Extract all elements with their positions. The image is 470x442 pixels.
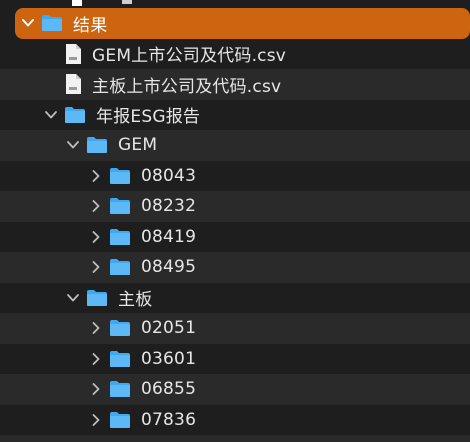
- tree-row-label: 08232: [141, 196, 197, 217]
- tree-row-main-board-item[interactable]: 06855: [0, 374, 470, 405]
- folder-icon: [109, 350, 131, 368]
- chevron-right-icon[interactable]: [89, 382, 103, 396]
- chevron-down-icon[interactable]: [66, 291, 80, 305]
- folder-icon: [109, 228, 131, 246]
- tree-row-label: 02051: [141, 318, 197, 339]
- tree-row-label: GEM上市公司及代码.csv: [92, 46, 287, 67]
- tree-row-label: 08419: [141, 226, 197, 247]
- folder-icon: [109, 258, 131, 276]
- folder-icon: [109, 319, 131, 337]
- tree-row-gem-item[interactable]: 08419: [0, 222, 470, 253]
- csv-file-icon: [64, 73, 82, 95]
- tree-row-file[interactable]: GEM上市公司及代码.csv: [0, 39, 470, 70]
- folder-icon: [109, 380, 131, 398]
- chevron-right-icon[interactable]: [89, 230, 103, 244]
- tree-row-file[interactable]: 主板上市公司及代码.csv: [0, 69, 470, 100]
- previous-row-text-fragment: [122, 0, 132, 4]
- folder-icon: [109, 411, 131, 429]
- tree-row-label: 主板上市公司及代码.csv: [92, 76, 282, 97]
- tree-row-main-board-item[interactable]: 07836: [0, 405, 470, 436]
- tree-row-label: 主板: [118, 290, 153, 311]
- tree-row-label: 03601: [141, 348, 197, 369]
- tree-row-main-board-folder[interactable]: 主板: [0, 283, 470, 314]
- folder-icon: [109, 197, 131, 215]
- folder-icon: [86, 136, 108, 154]
- tree-row-gem-item[interactable]: 08232: [0, 191, 470, 222]
- csv-file-icon: [64, 43, 82, 65]
- tree-row-label: 结果: [73, 15, 108, 36]
- tree-row-report-folder[interactable]: 年报ESG报告: [0, 100, 470, 131]
- tree-row-label: GEM: [118, 135, 158, 156]
- tree-row-partial: [0, 435, 470, 442]
- folder-icon: [86, 289, 108, 307]
- chevron-right-icon[interactable]: [89, 260, 103, 274]
- tree-row-label: 年报ESG报告: [96, 107, 201, 128]
- previous-row-stub: [0, 0, 470, 6]
- folder-icon: [41, 14, 63, 32]
- chevron-right-icon[interactable]: [89, 169, 103, 183]
- chevron-right-icon[interactable]: [89, 199, 103, 213]
- chevron-down-icon[interactable]: [44, 108, 58, 122]
- chevron-right-icon[interactable]: [89, 352, 103, 366]
- tree-row-main-board-item[interactable]: 02051: [0, 313, 470, 344]
- tree-row-gem-item[interactable]: 08043: [0, 161, 470, 192]
- tree-row-results[interactable]: 结果: [15, 8, 470, 39]
- chevron-down-icon[interactable]: [66, 138, 80, 152]
- chevron-down-icon[interactable]: [21, 16, 35, 30]
- file-tree: 结果 GEM上市公司及代码.csv 主板上市公司及代码.csv 年报ESG报告: [0, 0, 470, 442]
- tree-row-label: 08495: [141, 257, 197, 278]
- tree-row-gem-item[interactable]: 08495: [0, 252, 470, 283]
- chevron-right-icon[interactable]: [89, 321, 103, 335]
- tree-row-label: 07836: [141, 409, 197, 430]
- previous-row-icon-fragment: [72, 0, 82, 6]
- chevron-right-icon[interactable]: [89, 413, 103, 427]
- tree-row-gem-folder[interactable]: GEM: [0, 130, 470, 161]
- tree-row-label: 06855: [141, 379, 197, 400]
- tree-row-main-board-item[interactable]: 03601: [0, 344, 470, 375]
- folder-icon: [109, 167, 131, 185]
- tree-row-label: 08043: [141, 165, 197, 186]
- folder-icon: [64, 106, 86, 124]
